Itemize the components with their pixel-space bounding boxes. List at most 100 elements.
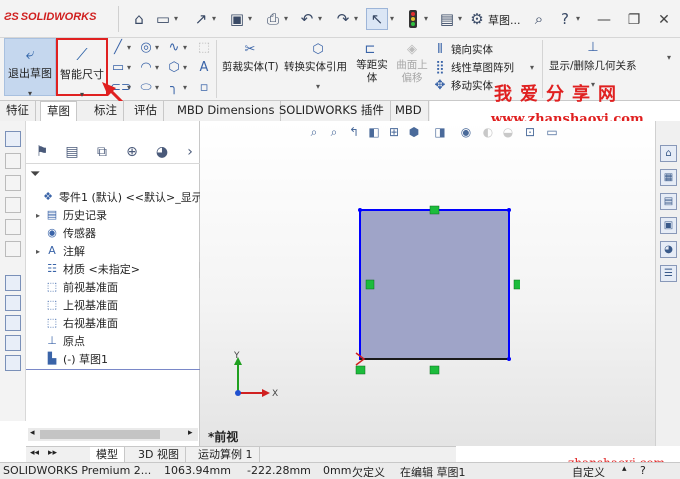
trim-entities-button[interactable]: 剪裁实体(T) [222,59,279,74]
polygon-icon[interactable]: ⬡ [166,60,182,76]
view-palette-icon[interactable]: ▣ [660,217,677,234]
chevron-down-icon[interactable]: ▾ [183,83,187,92]
chevron-right-icon[interactable]: ▸ [32,247,44,256]
offset-entities-button[interactable]: 等距实体 [355,59,389,85]
maximize-icon[interactable]: ❐ [620,6,648,34]
tool-icon[interactable] [5,131,21,147]
chevron-left-icon[interactable]: ◂ [30,428,35,438]
offset-on-surface-button[interactable]: 曲面上偏移 [396,59,428,85]
vertical-relation-icon[interactable] [513,279,520,290]
tree-item-history[interactable]: ▸ ▤ 历史记录 [32,206,107,224]
tree-item-annotations[interactable]: ▸ A 注解 [32,242,85,260]
tab-motion-study[interactable]: 运动算例 1 [192,447,260,463]
chevron-down-icon[interactable]: ▾ [318,14,322,23]
graphics-area[interactable]: ⌕ ⌕ ↰ ◧ ⊞ ⬢ ◨ ◉ ◐ ◒ ⊡ ▭ Y X *前视 [200,121,655,446]
chevron-down-icon[interactable]: ▾ [316,82,320,91]
tree-item-sensors[interactable]: ◉ 传感器 [32,224,96,242]
chevron-left-icon[interactable]: ◂◂ [30,448,39,458]
sketch-point[interactable] [507,357,511,361]
display-delete-relations-button[interactable]: 显示/删除几何关系 [549,58,637,73]
display-manager-icon[interactable]: ◕ [150,141,174,163]
tree-item-top-plane[interactable]: ⬚ 上视基准面 [32,296,118,314]
chevron-up-icon[interactable]: ▴ [622,464,627,474]
chevron-down-icon[interactable]: ▾ [127,63,131,72]
tab-sketch[interactable]: 草图 [40,101,77,121]
tree-item-front-plane[interactable]: ⬚ 前视基准面 [32,278,118,296]
chevron-down-icon[interactable]: ▾ [458,14,462,23]
exit-sketch-button[interactable]: ⤶ 退出草图 ▾ [4,38,56,98]
view-orientation-icon[interactable]: ⬢ [406,124,422,140]
help-icon[interactable]: ? [640,464,646,477]
chevron-down-icon[interactable]: ▾ [354,14,358,23]
tab-solidworks-addins[interactable]: SOLIDWORKS 插件 [273,101,391,121]
tool-icon[interactable] [5,275,21,291]
tool-icon[interactable] [5,175,21,191]
fillet-icon[interactable]: ╮ [166,80,182,96]
custom-properties-icon[interactable]: ☰ [660,265,677,282]
traffic-light-icon[interactable] [402,8,424,30]
chevron-down-icon[interactable]: ▾ [284,14,288,23]
horizontal-relation-icon[interactable] [429,365,440,375]
tool-icon[interactable] [5,355,21,371]
tool-icon[interactable] [5,153,21,169]
mirror-entities-button[interactable]: 镜向实体 [451,42,493,57]
home-icon[interactable]: ⌂ [660,145,677,162]
circle-icon[interactable]: ◎ [138,40,154,56]
tool-icon[interactable] [5,197,21,213]
tool-icon[interactable] [5,241,21,257]
tree-item-sketch1[interactable]: ▙ (-) 草图1 [32,350,108,368]
sketch-rectangle-canvas[interactable] [350,201,520,381]
tool-icon[interactable] [5,219,21,235]
dimxpert-icon[interactable]: ⊕ [120,141,144,163]
chevron-down-icon[interactable]: ▾ [424,14,428,23]
units-selector[interactable]: 自定义 [572,464,605,479]
hide-show-icon[interactable]: ◉ [458,124,474,140]
display-style-icon[interactable]: ◨ [432,124,448,140]
search-icon[interactable]: ⌕ [528,8,550,30]
previous-view-icon[interactable]: ↰ [346,124,362,140]
move-entities-button[interactable]: 移动实体 [451,78,493,93]
configuration-manager-icon[interactable]: ⧉ [90,141,114,163]
chevron-down-icon[interactable]: ▾ [155,43,159,52]
chevron-down-icon[interactable]: ▾ [212,14,216,23]
line-icon[interactable]: ╱ [110,40,126,56]
tab-features[interactable]: 特征 [0,101,36,121]
tree-item-right-plane[interactable]: ⬚ 右视基准面 [32,314,118,332]
design-library-icon[interactable]: ▦ [660,169,677,186]
zoom-to-fit-icon[interactable]: ⌕ [306,124,322,140]
chevron-down-icon[interactable]: ▾ [127,43,131,52]
vertical-relation-icon[interactable] [365,279,375,290]
minimize-icon[interactable]: — [590,6,618,34]
view-settings-icon[interactable]: ⊡ [522,124,538,140]
appearances-icon[interactable]: ◕ [660,241,677,258]
sketch-rectangle[interactable] [359,209,510,360]
chevron-down-icon[interactable]: ▾ [174,14,178,23]
tab-mbd-dimensions[interactable]: MBD Dimensions [171,101,282,121]
horizontal-relation-icon[interactable] [429,205,440,215]
chevron-down-icon[interactable]: ▾ [183,63,187,72]
chevron-down-icon[interactable]: ▾ [390,14,394,23]
scene-icon[interactable]: ◒ [500,124,516,140]
spline-icon[interactable]: ∿ [166,40,182,56]
file-explorer-icon[interactable]: ▤ [660,193,677,210]
sketch-point[interactable] [507,208,511,212]
chevron-down-icon[interactable]: ▾ [530,63,534,72]
tool-icon[interactable] [5,295,21,311]
save-icon[interactable]: ▣ [226,8,248,30]
property-manager-icon[interactable]: ▤ [60,141,84,163]
point-icon[interactable]: ▫ [196,80,212,96]
sketch-point[interactable] [358,208,362,212]
tool-icon[interactable] [5,335,21,351]
chevron-right-icon[interactable]: ▸ [32,211,44,220]
tab-evaluate[interactable]: 评估 [128,101,164,121]
tool-icon[interactable] [5,315,21,331]
tree-item-material[interactable]: ☷ 材质 <未指定> [32,260,140,278]
tree-item-part[interactable]: ❖ 零件1 (默认) <<默认>_显示状 [28,188,214,206]
rollback-bar[interactable] [26,369,200,370]
screen-icon[interactable]: ▤ [436,8,458,30]
help-icon[interactable]: ? [554,8,576,30]
text-icon[interactable]: A [196,60,212,76]
chevron-right-icon[interactable]: ▸▸ [48,448,57,458]
convert-entities-button[interactable]: 转换实体引用 [284,59,347,74]
chevron-right-icon[interactable]: › [178,141,202,163]
